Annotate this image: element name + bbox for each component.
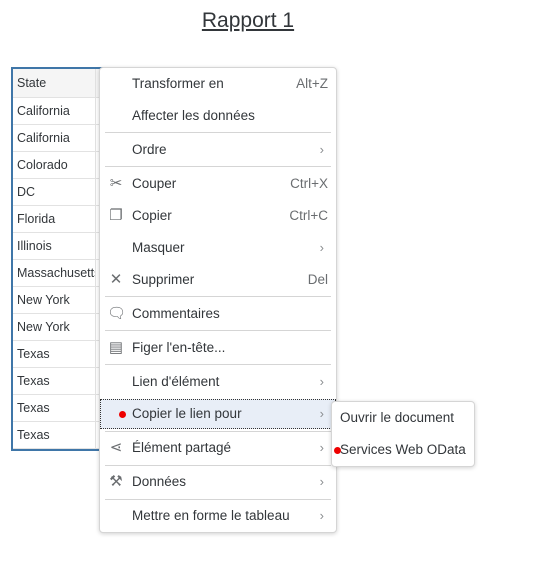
separator <box>105 166 331 167</box>
chevron-right-icon: › <box>319 240 324 255</box>
label: Lien d'élément <box>132 374 220 389</box>
submenu-copy-link: Ouvrir le document Services Web OData <box>331 401 475 467</box>
report-title: Rapport 1 <box>201 9 295 32</box>
share-icon: ⋖ <box>109 439 123 456</box>
freeze-header-icon: ▤ <box>108 339 124 356</box>
label: Masquer <box>132 240 185 255</box>
menu-item-format-table[interactable]: Mettre en forme le tableau › <box>100 501 336 531</box>
cell-state[interactable]: Texas <box>13 395 96 421</box>
submenu-item-open-document[interactable]: Ouvrir le document <box>340 403 454 433</box>
cell-state[interactable]: New York <box>13 287 96 313</box>
separator <box>105 364 331 365</box>
chevron-right-icon: › <box>319 508 324 523</box>
separator <box>105 431 331 432</box>
menu-item-delete[interactable]: ✕ Supprimer Del <box>100 265 336 295</box>
menu-item-copy-link-for[interactable]: Copier le lien pour › <box>100 399 336 429</box>
separator <box>105 296 331 297</box>
context-menu: Transformer en Alt+Z Affecter les données… <box>99 67 337 533</box>
label: Mettre en forme le tableau <box>132 508 290 523</box>
menu-item-shared-element[interactable]: ⋖ Élément partagé › <box>100 433 336 463</box>
label: Affecter les données <box>132 108 255 123</box>
menu-item-assign-data[interactable]: Affecter les données <box>100 101 336 131</box>
menu-item-data[interactable]: ⚒ Données › <box>100 467 336 497</box>
label: Transformer en <box>132 76 224 91</box>
menu-item-order[interactable]: Ordre › <box>100 135 336 165</box>
cell-state[interactable]: DC <box>13 179 96 205</box>
label: Couper <box>132 176 177 191</box>
chevron-right-icon: › <box>319 142 324 157</box>
label: Supprimer <box>132 272 195 287</box>
label: Données <box>132 474 187 489</box>
label: Ordre <box>132 142 167 157</box>
tools-icon: ⚒ <box>109 473 123 490</box>
menu-item-copy[interactable]: ❐ Copier Ctrl+C <box>100 201 336 231</box>
menu-item-transform[interactable]: Transformer en Alt+Z <box>100 69 336 99</box>
label: Élément partagé <box>132 440 232 455</box>
label: Commentaires <box>132 306 220 321</box>
cell-state[interactable]: Illinois <box>13 233 96 259</box>
separator <box>105 465 331 466</box>
close-icon: ✕ <box>109 271 123 288</box>
menu-item-hide[interactable]: Masquer › <box>100 233 336 263</box>
chevron-right-icon: › <box>319 406 324 421</box>
shortcut: Alt+Z <box>296 76 328 91</box>
marker-dot <box>119 411 126 418</box>
cell-state[interactable]: Colorado <box>13 152 96 178</box>
cell-state[interactable]: New York <box>13 314 96 340</box>
cell-state[interactable]: California <box>13 125 96 151</box>
submenu-item-odata-services[interactable]: Services Web OData <box>340 435 466 465</box>
separator <box>105 330 331 331</box>
shortcut: Ctrl+X <box>290 176 328 191</box>
header-state[interactable]: State <box>13 69 96 97</box>
cell-state[interactable]: Massachusetts <box>13 260 96 286</box>
label: Copier <box>132 208 172 223</box>
cell-state[interactable]: Texas <box>13 422 96 448</box>
scissors-icon: ✂ <box>109 175 123 192</box>
chevron-right-icon: › <box>319 374 324 389</box>
separator <box>105 132 331 133</box>
chevron-right-icon: › <box>319 440 324 455</box>
menu-item-comments[interactable]: 🗨 Commentaires <box>100 299 336 329</box>
chevron-right-icon: › <box>319 474 324 489</box>
cell-state[interactable]: California <box>13 98 96 124</box>
cell-state[interactable]: Texas <box>13 341 96 367</box>
menu-item-freeze-header[interactable]: ▤ Figer l'en-tête... <box>100 333 336 363</box>
shortcut: Ctrl+C <box>289 208 328 223</box>
shortcut: Del <box>307 272 328 287</box>
label: Copier le lien pour <box>132 406 242 421</box>
separator <box>105 499 331 500</box>
copy-icon: ❐ <box>109 207 123 224</box>
cell-state[interactable]: Florida <box>13 206 96 232</box>
label: Figer l'en-tête... <box>132 340 226 355</box>
menu-item-element-link[interactable]: Lien d'élément › <box>100 367 336 397</box>
comment-icon: 🗨 <box>107 305 127 322</box>
cell-state[interactable]: Texas <box>13 368 96 394</box>
menu-item-cut[interactable]: ✂ Couper Ctrl+X <box>100 169 336 199</box>
